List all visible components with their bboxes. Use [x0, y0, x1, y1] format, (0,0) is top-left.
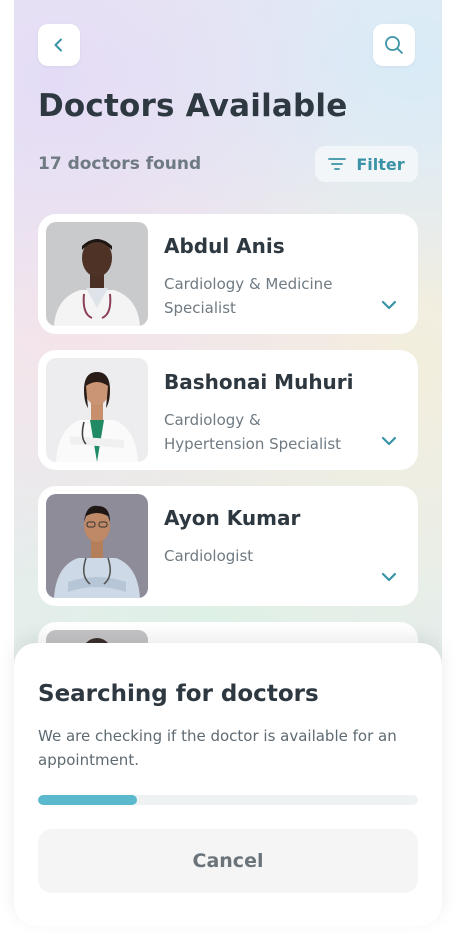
search-progress-bar	[38, 795, 418, 805]
cancel-button[interactable]: Cancel	[38, 829, 418, 893]
doctor-card[interactable]: Ayon Kumar Cardiologist	[38, 486, 418, 606]
chevron-down-icon[interactable]	[380, 298, 398, 312]
doctor-card[interactable]: Abdul Anis Cardiology & Medicine Special…	[38, 214, 418, 334]
doctor-specialty: Cardiologist	[164, 547, 254, 565]
chevron-down-icon[interactable]	[380, 570, 398, 584]
doctor-specialty: Cardiology & Hypertension Specialist	[164, 411, 342, 453]
filter-label: Filter	[356, 154, 405, 174]
doctor-card[interactable]: Bashonai Muhuri Cardiology & Hypertensio…	[38, 350, 418, 470]
doctor-specialty: Cardiology & Medicine Specialist	[164, 275, 333, 317]
chevron-down-icon[interactable]	[380, 434, 398, 448]
doctor-photo	[46, 222, 148, 326]
search-button[interactable]	[373, 24, 415, 66]
searching-sheet: Searching for doctors We are checking if…	[14, 643, 442, 926]
sheet-description: We are checking if the doctor is availab…	[38, 727, 397, 769]
filter-lines-icon	[328, 158, 347, 170]
doctor-photo	[46, 494, 148, 598]
chevron-left-icon	[54, 38, 62, 52]
doctor-name: Bashonai Muhuri	[164, 370, 354, 394]
back-button[interactable]	[38, 24, 80, 66]
filter-button[interactable]: Filter	[315, 146, 418, 182]
doctor-name: Abdul Anis	[164, 234, 285, 258]
results-count: 17 doctors found	[38, 154, 202, 174]
page-title: Doctors Available	[38, 88, 348, 124]
search-progress-fill	[38, 795, 137, 805]
doctor-name: Ayon Kumar	[164, 506, 301, 530]
doctor-photo	[46, 358, 148, 462]
sheet-title: Searching for doctors	[38, 681, 319, 707]
search-icon	[385, 36, 403, 54]
